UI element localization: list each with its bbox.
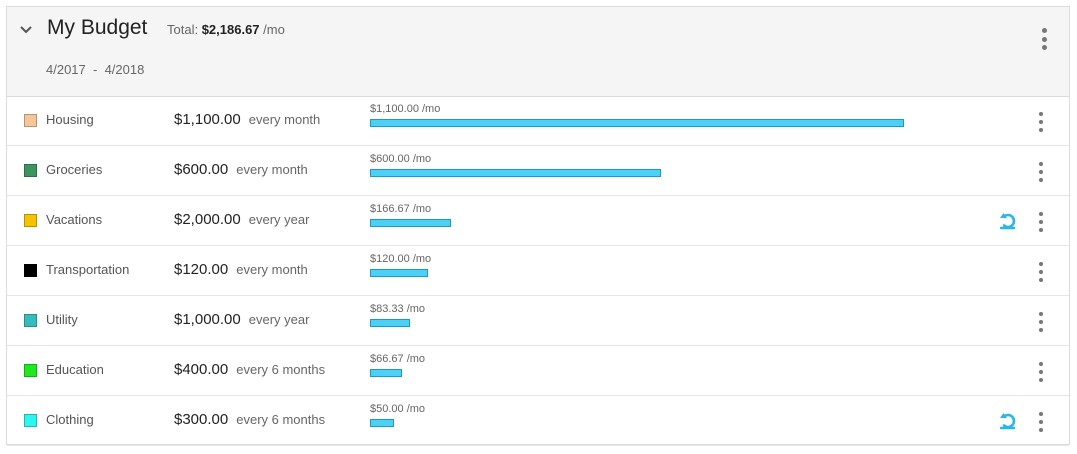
category-monthly-bar <box>370 419 394 427</box>
range-separator: - <box>93 62 98 77</box>
category-monthly-label: $83.33 /mo <box>370 303 426 315</box>
category-amount-line: $1,100.00 every month <box>174 111 320 128</box>
category-color-swatch <box>24 414 37 427</box>
budget-card: My Budget Total: $2,186.67 /mo 4/2017 - … <box>6 6 1070 446</box>
category-name: Housing <box>46 112 94 127</box>
category-menu-icon[interactable] <box>1038 412 1044 432</box>
category-menu-icon[interactable] <box>1038 162 1044 182</box>
category-amount: $1,100.00 <box>174 111 241 128</box>
category-row[interactable]: Transportation $120.00 every month $120.0… <box>7 246 1069 296</box>
range-end: 4/2018 <box>104 62 145 77</box>
category-amount: $120.00 <box>174 261 229 278</box>
category-amount: $2,000.00 <box>174 211 241 228</box>
category-menu-icon[interactable] <box>1038 262 1044 282</box>
category-color-swatch <box>24 264 37 277</box>
category-frequency: every month <box>236 162 308 177</box>
category-frequency: every year <box>248 312 310 327</box>
budget-date-range: 4/2017 - 4/2018 <box>46 62 144 77</box>
category-amount-line: $600.00 every month <box>174 161 308 178</box>
range-start: 4/2017 <box>46 62 86 77</box>
category-name: Vacations <box>46 212 103 227</box>
category-frequency: every year <box>248 212 310 227</box>
category-monthly-bar <box>370 119 904 127</box>
category-monthly-bar <box>370 369 402 377</box>
budget-total: Total: $2,186.67 /mo <box>167 22 285 37</box>
budget-menu-icon[interactable] <box>1041 28 1047 50</box>
category-row[interactable]: Utility $1,000.00 every year $83.33 /mo <box>7 296 1069 346</box>
category-amount: $1,000.00 <box>174 311 241 328</box>
budget-header: My Budget Total: $2,186.67 /mo 4/2017 - … <box>7 7 1069 97</box>
category-monthly-label: $50.00 /mo <box>370 403 426 415</box>
category-amount: $400.00 <box>174 361 229 378</box>
category-monthly-label: $1,100.00 /mo <box>370 103 441 115</box>
category-frequency: every month <box>248 112 321 127</box>
category-color-swatch <box>24 164 37 177</box>
recurring-icon[interactable] <box>998 410 1020 432</box>
category-menu-icon[interactable] <box>1038 212 1044 232</box>
category-menu-icon[interactable] <box>1038 112 1044 132</box>
total-unit: /mo <box>263 22 285 37</box>
category-frequency: every month <box>236 262 308 277</box>
category-color-swatch <box>24 214 37 227</box>
category-amount: $600.00 <box>174 161 229 178</box>
category-menu-icon[interactable] <box>1038 312 1044 332</box>
category-row[interactable]: Clothing $300.00 every 6 months $50.00 /m… <box>7 396 1069 446</box>
category-name: Education <box>46 362 104 377</box>
total-label: Total: <box>167 22 199 37</box>
total-amount: $2,186.67 <box>201 22 260 37</box>
category-monthly-bar <box>370 219 451 227</box>
category-row[interactable]: Housing $1,100.00 every month $1,100.00 /… <box>7 96 1069 146</box>
category-monthly-bar <box>370 169 661 177</box>
category-frequency: every 6 months <box>236 412 326 427</box>
category-monthly-label: $66.67 /mo <box>370 353 426 365</box>
category-amount-line: $400.00 every 6 months <box>174 361 325 378</box>
category-color-swatch <box>24 114 37 127</box>
category-color-swatch <box>24 364 37 377</box>
category-monthly-label: $600.00 /mo <box>370 153 432 165</box>
category-name: Utility <box>46 312 78 327</box>
budget-title: My Budget <box>47 16 148 39</box>
category-row[interactable]: Vacations $2,000.00 every year $166.67 /m… <box>7 196 1069 246</box>
category-name: Transportation <box>46 262 130 277</box>
category-row[interactable]: Groceries $600.00 every month $600.00 /mo <box>7 146 1069 196</box>
category-frequency: every 6 months <box>236 362 326 377</box>
category-menu-icon[interactable] <box>1038 362 1044 382</box>
recurring-icon[interactable] <box>998 210 1020 232</box>
category-amount-line: $2,000.00 every year <box>174 211 309 228</box>
category-amount-line: $300.00 every 6 months <box>174 411 325 428</box>
category-name: Clothing <box>46 412 94 427</box>
category-monthly-bar <box>370 269 428 277</box>
category-name: Groceries <box>46 162 103 177</box>
category-amount-line: $120.00 every month <box>174 261 308 278</box>
category-color-swatch <box>24 314 37 327</box>
category-amount-line: $1,000.00 every year <box>174 311 309 328</box>
category-monthly-bar <box>370 319 410 327</box>
chevron-down-icon[interactable] <box>19 23 33 37</box>
category-amount: $300.00 <box>174 411 229 428</box>
category-monthly-label: $166.67 /mo <box>370 203 432 215</box>
category-row[interactable]: Education $400.00 every 6 months $66.67 /… <box>7 346 1069 396</box>
category-monthly-label: $120.00 /mo <box>370 253 432 265</box>
